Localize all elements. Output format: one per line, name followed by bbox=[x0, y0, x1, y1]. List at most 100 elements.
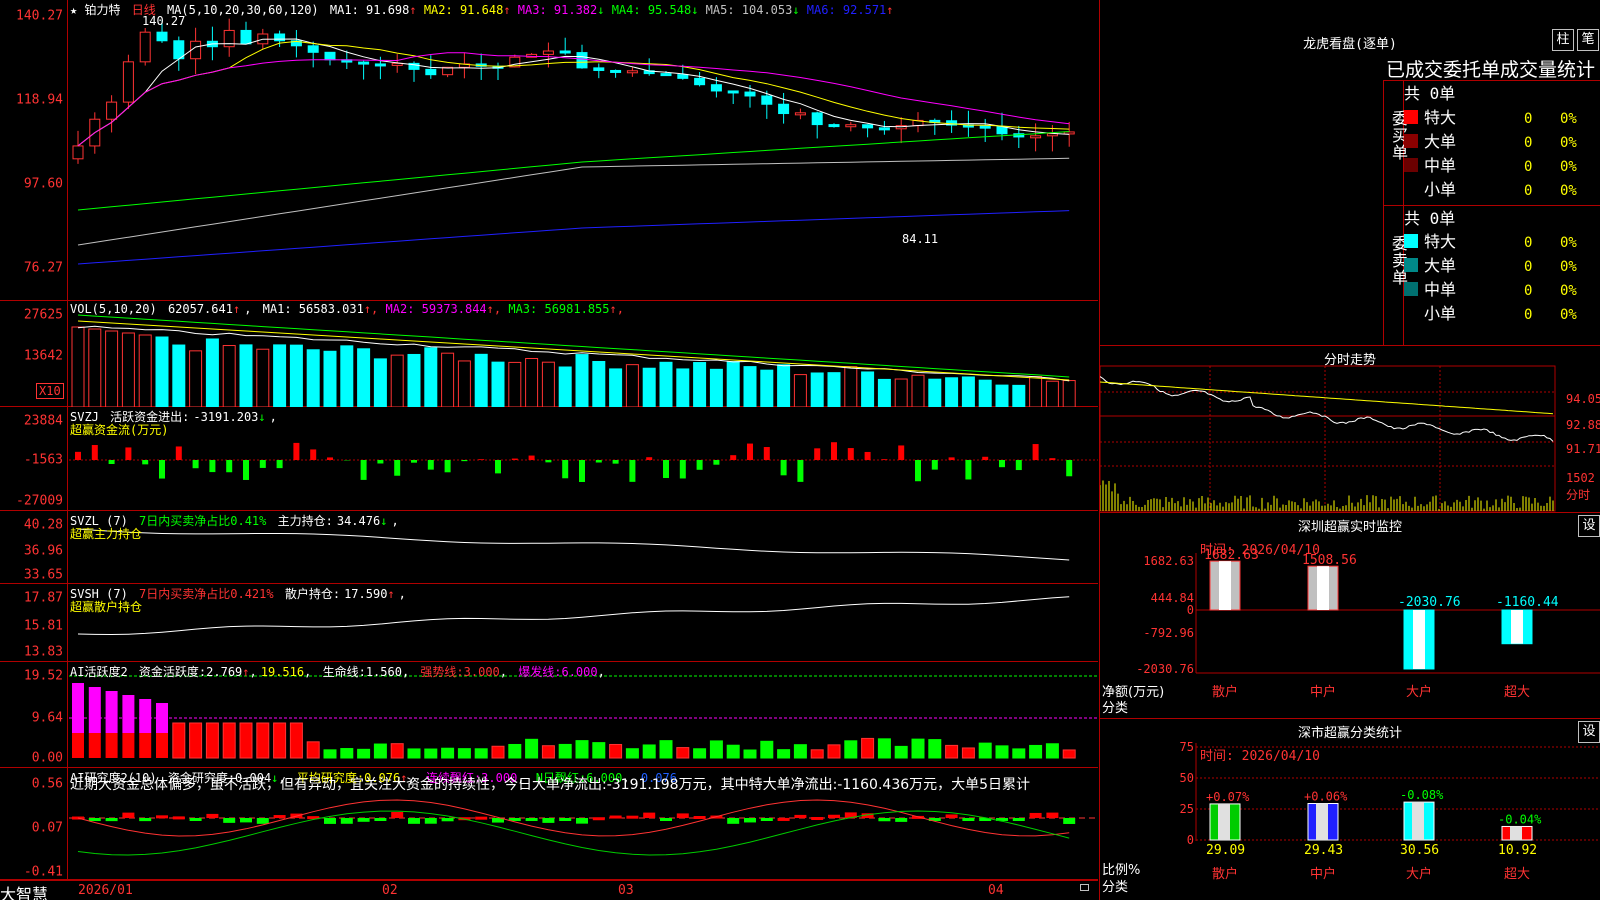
volume-bar bbox=[424, 347, 438, 407]
vol-ma-value: MA3: 56981.855 bbox=[508, 302, 610, 316]
ma-arrow: ↑ bbox=[886, 3, 894, 17]
vol-ma-values: MA1: 56583.031↑, MA2: 59373.844↑, MA3: 5… bbox=[263, 302, 624, 316]
ai1-lifeline-label: 生命线: bbox=[322, 665, 366, 679]
order-pct: 0% bbox=[1560, 307, 1577, 323]
ma-value: MA5: 104.053 bbox=[705, 3, 793, 17]
flow-bar bbox=[579, 460, 585, 482]
candle bbox=[660, 73, 672, 77]
flow-bar bbox=[1015, 460, 1022, 471]
order-row: 大单 0 0% bbox=[1404, 128, 1577, 152]
flow-bar bbox=[360, 460, 367, 480]
activity-bar bbox=[189, 722, 203, 759]
flow-bar bbox=[696, 460, 703, 470]
sz-stats-axis-label: 50 bbox=[1180, 771, 1194, 785]
intraday-chart[interactable] bbox=[1100, 346, 1600, 513]
order-size-label: 大单 bbox=[1424, 256, 1457, 275]
flow-bar bbox=[142, 460, 149, 465]
price-pane[interactable]: 140.27 118.94 97.60 76.27 ★ 铂力特 日线 MA(5,… bbox=[0, 0, 1098, 301]
activity-bar bbox=[928, 739, 942, 759]
flow-bar bbox=[898, 445, 905, 460]
ai1-burst-label: 爆发线: bbox=[518, 665, 562, 679]
intraday-panel[interactable]: 分时走势 94.05 92.88 91.71 1502 分时 bbox=[1099, 345, 1600, 512]
activity-bar bbox=[122, 695, 135, 733]
flow-bar bbox=[511, 458, 518, 460]
candle bbox=[626, 70, 638, 74]
sz-stats-bar-highlight bbox=[1412, 802, 1424, 840]
svsh-arrow: ↑ bbox=[387, 587, 395, 601]
volume-bar bbox=[676, 368, 690, 407]
volume-bar bbox=[877, 378, 891, 407]
activity-bar bbox=[1029, 744, 1043, 759]
volume-bar bbox=[256, 348, 270, 407]
svzl-pane[interactable]: 40.28 36.96 33.65 SVZL (7) 7日内买卖净占比0.41%… bbox=[0, 511, 1098, 584]
svsh-pane[interactable]: 17.87 15.81 13.83 SVSH (7) 7日内买卖净占比0.421… bbox=[0, 584, 1098, 662]
order-count: 0 bbox=[1524, 135, 1533, 151]
sz-stats-axis-label: 75 bbox=[1180, 740, 1194, 754]
lock-icon[interactable] bbox=[1080, 884, 1089, 891]
research-bar bbox=[424, 818, 437, 824]
sz-monitor-category: 超大 bbox=[1504, 685, 1530, 700]
flow-bar bbox=[881, 459, 888, 460]
flow-bar bbox=[125, 447, 132, 460]
activity-bar bbox=[222, 722, 236, 759]
research-bar bbox=[1012, 818, 1025, 821]
candle bbox=[1030, 135, 1042, 139]
flow-bar bbox=[91, 445, 98, 460]
sz-monitor-bar-highlight bbox=[1317, 566, 1329, 610]
activity-bar bbox=[357, 748, 371, 759]
candle bbox=[576, 52, 588, 69]
research-bar bbox=[811, 817, 824, 821]
vol-value: 62057.641 bbox=[167, 302, 233, 316]
flow-bar bbox=[595, 460, 602, 463]
order-pct: 0% bbox=[1560, 111, 1577, 127]
volume-bar bbox=[306, 349, 320, 407]
candle bbox=[744, 91, 756, 97]
volume-chart[interactable] bbox=[0, 301, 1098, 407]
candle bbox=[694, 77, 706, 86]
candle bbox=[425, 68, 437, 76]
candle bbox=[878, 127, 890, 131]
order-size-label: 特大 bbox=[1424, 108, 1457, 127]
ai-activity-pane[interactable]: 19.52 9.64 0.00 AI活跃度2 资金活跃度:2.769↑, 19.5… bbox=[0, 662, 1098, 768]
bar-view-button[interactable]: 柱 bbox=[1552, 29, 1574, 51]
flow-bar bbox=[931, 460, 938, 470]
tick-view-button[interactable]: 笔 bbox=[1577, 29, 1599, 51]
ai1-label: AI活跃度2 bbox=[70, 665, 128, 679]
research-bar bbox=[626, 815, 639, 819]
volume-bar bbox=[205, 338, 219, 407]
activity-bar bbox=[306, 741, 320, 759]
intraday-axis-label: 94.05 bbox=[1566, 392, 1600, 406]
svzl-sub: 超赢主力持仓 bbox=[70, 527, 143, 541]
svzj-pane[interactable]: 23884 -1563 -27009 SVZJ 活跃资金进出: -3191.203… bbox=[0, 407, 1098, 511]
activity-bar bbox=[676, 747, 690, 759]
research-bar bbox=[794, 814, 807, 818]
flow-bar bbox=[915, 460, 921, 482]
volume-pane[interactable]: 27625 13642 X10 VOL(5,10,20) 62057.641↑,… bbox=[0, 301, 1098, 407]
sz-monitor-panel: 深圳超赢实时监控 设 时间: 2026/04/10 1682.63 444.84 0… bbox=[1099, 512, 1600, 718]
candlestick-chart[interactable] bbox=[0, 0, 1098, 301]
x-axis: 大智慧 bbox=[0, 880, 1098, 900]
research-bar bbox=[878, 818, 891, 822]
research-bar bbox=[542, 818, 555, 823]
ai-research-pane[interactable]: 0.56 0.07 -0.41 AI研究度2(10) 资金研究度:0.004↓,… bbox=[0, 768, 1098, 880]
vol-ma-arrow: ↑, bbox=[363, 302, 386, 316]
research-bar bbox=[240, 818, 252, 823]
activity-bar bbox=[592, 742, 606, 759]
order-row: 小单 0 0% bbox=[1404, 300, 1577, 324]
candle bbox=[862, 124, 874, 129]
order-row: 特大 0 0% bbox=[1404, 104, 1577, 128]
sz-stats-value: 29.09 bbox=[1206, 843, 1245, 858]
flow-bar bbox=[495, 460, 501, 474]
order-count: 0 bbox=[1524, 307, 1533, 323]
main-position-line bbox=[77, 528, 1070, 561]
volume-bar bbox=[1012, 384, 1026, 407]
activity-bar bbox=[961, 747, 975, 759]
sz-monitor-category: 散户 bbox=[1212, 684, 1238, 700]
candle bbox=[307, 45, 319, 53]
sz-monitor-bar-value: -2030.76 bbox=[1398, 595, 1461, 610]
activity-bar bbox=[525, 738, 539, 759]
volume-bar bbox=[441, 352, 455, 407]
research-bar bbox=[256, 818, 269, 824]
sz-monitor-axis-label: 1682.63 bbox=[1143, 554, 1194, 568]
ma-arrow: ↑ bbox=[503, 3, 518, 17]
